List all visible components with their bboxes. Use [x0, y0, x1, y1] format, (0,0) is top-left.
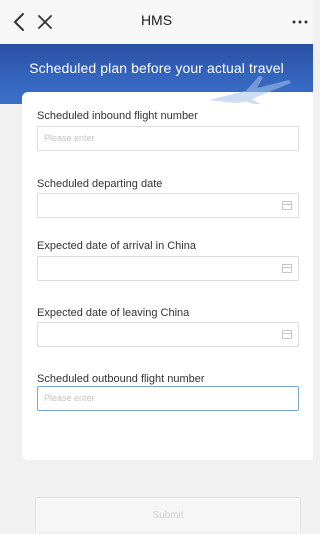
arrival-date-input[interactable] [37, 256, 299, 281]
inbound-flight-input[interactable]: Please enter [37, 126, 299, 151]
calendar-icon [282, 330, 292, 339]
arrival-date-label: Expected date of arrival in China [37, 240, 196, 252]
travel-plan-form: Scheduled inbound flight number Please e… [22, 92, 313, 460]
leaving-date-label: Expected date of leaving China [37, 307, 190, 319]
departing-date-label: Scheduled departing date [37, 178, 163, 190]
calendar-icon [282, 264, 292, 273]
outbound-flight-placeholder: Please enter [44, 393, 95, 403]
banner-text: Scheduled plan before your actual travel [29, 60, 284, 76]
page-title: HMS [140, 12, 173, 28]
outbound-flight-label: Scheduled outbound flight number [37, 373, 205, 385]
departing-date-input[interactable] [37, 193, 299, 218]
inbound-flight-label: Scheduled inbound flight number [37, 110, 198, 122]
submit-button[interactable]: Submit [35, 497, 301, 531]
leaving-date-input[interactable] [37, 322, 299, 347]
inbound-flight-placeholder: Please enter [44, 133, 95, 143]
more-horizontal-icon[interactable] [289, 10, 311, 34]
outbound-flight-input[interactable]: Please enter [37, 386, 299, 411]
top-navbar: HMS [0, 0, 313, 44]
airplane-icon [209, 76, 291, 104]
calendar-icon [282, 201, 292, 210]
